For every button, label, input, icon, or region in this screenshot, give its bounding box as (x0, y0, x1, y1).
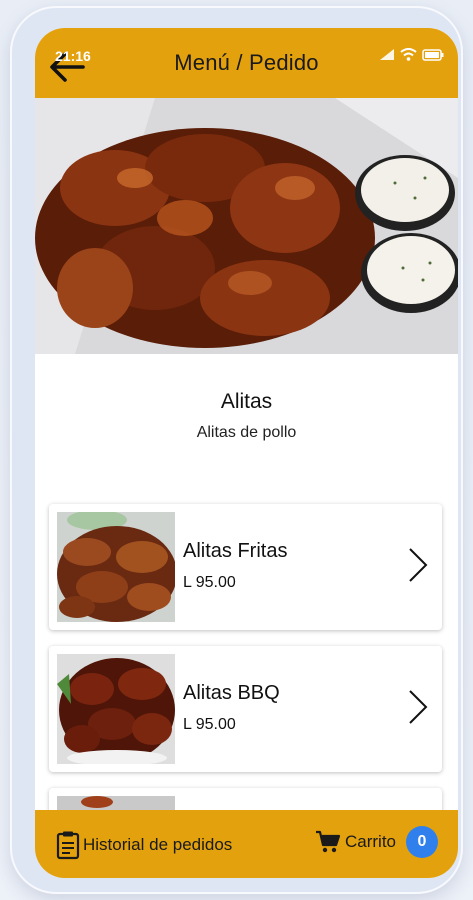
shopping-cart-icon (315, 830, 341, 853)
order-history-button[interactable]: Historial de pedidos (55, 830, 232, 860)
cart-count-badge: 0 (406, 826, 438, 858)
chevron-right-icon (408, 689, 428, 730)
device-frame: 21:16 Menú / Pedido Alitas Alitas de pol… (10, 6, 463, 894)
category-title: Alitas (220, 390, 273, 413)
product-card-alitas-fritas[interactable]: Alitas Fritas L 95.00 (49, 504, 442, 630)
order-history-label: Historial de pedidos (83, 835, 233, 854)
cart-button[interactable]: Carrito 0 (315, 826, 438, 858)
wifi-icon (400, 48, 417, 61)
battery-icon (422, 48, 444, 61)
category-hero-image (35, 98, 458, 354)
product-price: L 95.00 (183, 716, 236, 733)
app-header: 21:16 Menú / Pedido (35, 28, 458, 98)
signal-icon (380, 49, 394, 60)
product-thumbnail (57, 654, 175, 764)
chevron-right-icon (408, 547, 428, 588)
product-card-alitas-bbq[interactable]: Alitas BBQ L 95.00 (49, 646, 442, 772)
product-name: Alitas Fritas (183, 540, 288, 562)
product-name: Alitas BBQ (183, 682, 280, 704)
cart-label: Carrito (344, 832, 396, 851)
app-screen: 21:16 Menú / Pedido Alitas Alitas de pol… (35, 28, 458, 878)
product-thumbnail (57, 512, 175, 622)
clipboard-icon (56, 831, 80, 860)
status-icons (379, 48, 444, 61)
product-price: L 95.00 (183, 574, 236, 591)
category-subtitle: Alitas de pollo (196, 424, 297, 441)
bottom-nav: Historial de pedidos Carrito 0 (35, 810, 458, 878)
